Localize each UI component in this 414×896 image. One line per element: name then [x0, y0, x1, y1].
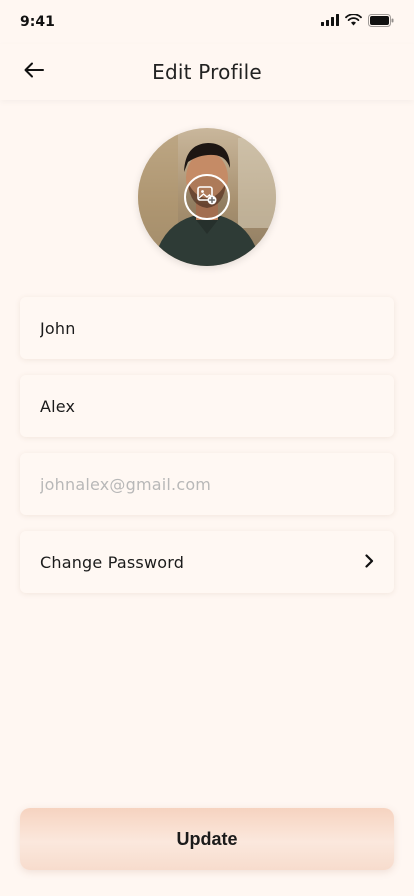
header: Edit Profile	[0, 44, 414, 100]
arrow-left-icon	[24, 62, 44, 82]
status-icons	[321, 13, 394, 31]
status-time: 9:41	[20, 14, 55, 30]
email-field[interactable]	[20, 453, 394, 515]
signal-icon	[321, 14, 339, 30]
last-name-input[interactable]	[40, 396, 374, 416]
change-password-label: Change Password	[40, 552, 185, 572]
wifi-icon	[345, 13, 362, 30]
update-button[interactable]: Update	[20, 808, 394, 870]
email-input[interactable]	[40, 474, 374, 494]
back-button[interactable]	[16, 54, 52, 90]
first-name-field[interactable]	[20, 297, 394, 359]
status-bar: 9:41	[0, 0, 414, 44]
image-add-icon	[196, 184, 218, 210]
change-password-row[interactable]: Change Password	[20, 531, 394, 593]
last-name-field[interactable]	[20, 375, 394, 437]
first-name-input[interactable]	[40, 318, 374, 338]
chevron-right-icon	[364, 553, 374, 572]
change-photo-button[interactable]	[184, 174, 230, 220]
battery-icon	[368, 13, 394, 31]
page-title: Edit Profile	[152, 60, 262, 84]
